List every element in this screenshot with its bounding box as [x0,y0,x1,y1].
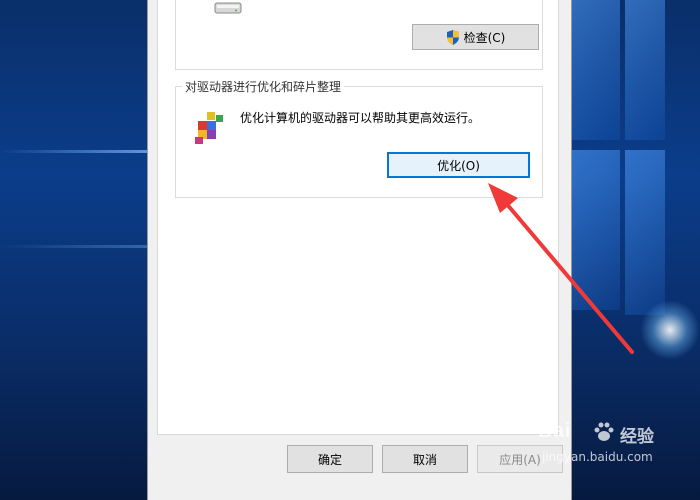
watermark-url: jingyan.baidu.com [542,450,653,464]
watermark-brand: Bai [538,420,571,442]
baidu-watermark: Bai 经验 jingyan.baidu.com [538,418,698,500]
baidu-paw-icon [594,422,614,441]
watermark-site: 经验 [620,427,654,447]
